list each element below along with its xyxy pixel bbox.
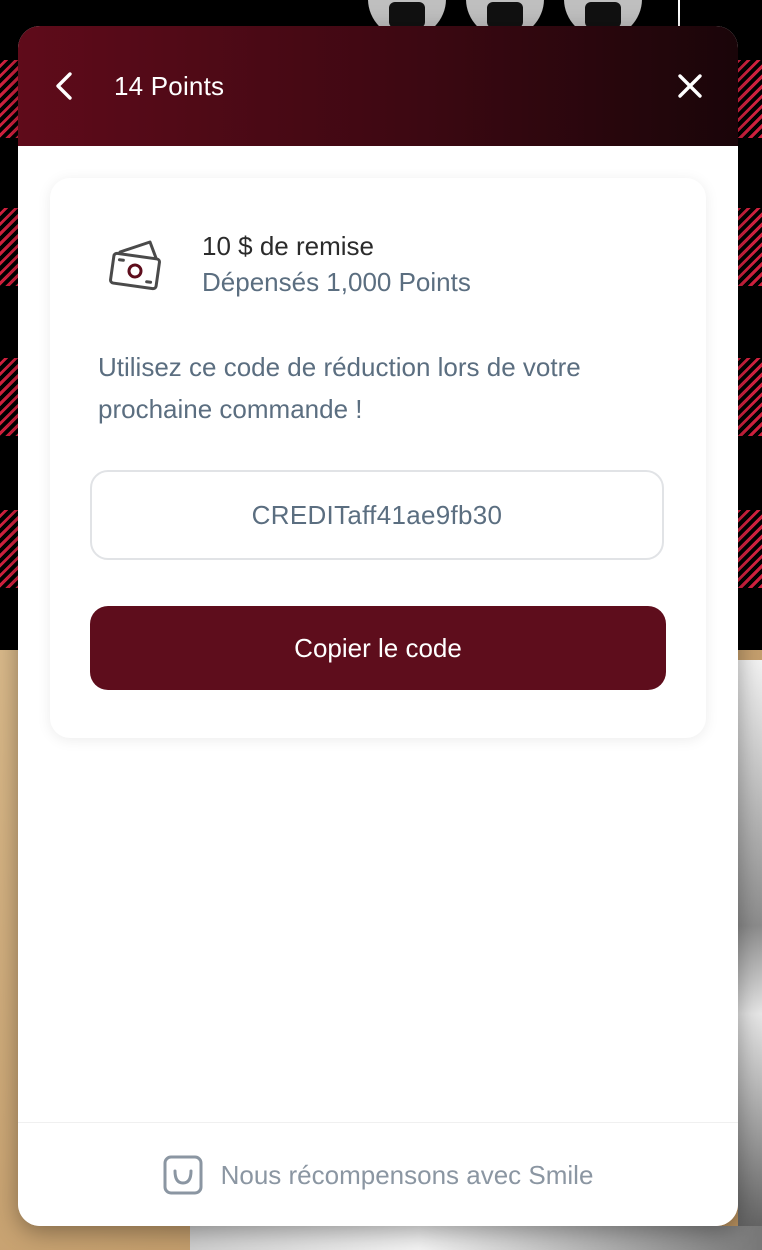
smile-icon bbox=[163, 1155, 203, 1195]
close-button[interactable] bbox=[676, 72, 704, 100]
footer-text: Nous récompensons avec Smile bbox=[220, 1159, 594, 1190]
rewards-panel: 14 Points 10 $ de remise Dépensés 1,000 … bbox=[18, 26, 738, 1226]
cash-icon bbox=[109, 240, 161, 291]
copy-code-button[interactable]: Copier le code bbox=[90, 606, 666, 690]
back-button[interactable] bbox=[50, 68, 80, 104]
reward-cost: Dépensés 1,000 Points bbox=[202, 267, 471, 297]
background-divider bbox=[678, 0, 680, 26]
background-paper bbox=[738, 660, 762, 1250]
close-icon bbox=[678, 74, 702, 98]
instructions-text: Utilisez ce code de réduction lors de vo… bbox=[98, 352, 581, 424]
panel-header: 14 Points bbox=[18, 26, 738, 146]
chevron-left-icon bbox=[56, 72, 72, 100]
coupon-code-field[interactable]: CREDITaff41ae9fb30 bbox=[90, 470, 664, 560]
reward-title: 10 $ de remise bbox=[202, 231, 374, 261]
background-paper bbox=[190, 1226, 762, 1250]
panel-body: 10 $ de remise Dépensés 1,000 Points Uti… bbox=[18, 146, 738, 1122]
powered-by-smile-link[interactable]: Nous récompensons avec Smile bbox=[18, 1122, 738, 1226]
panel-title: 14 Points bbox=[114, 71, 225, 101]
reward-card: 10 $ de remise Dépensés 1,000 Points Uti… bbox=[50, 178, 706, 738]
